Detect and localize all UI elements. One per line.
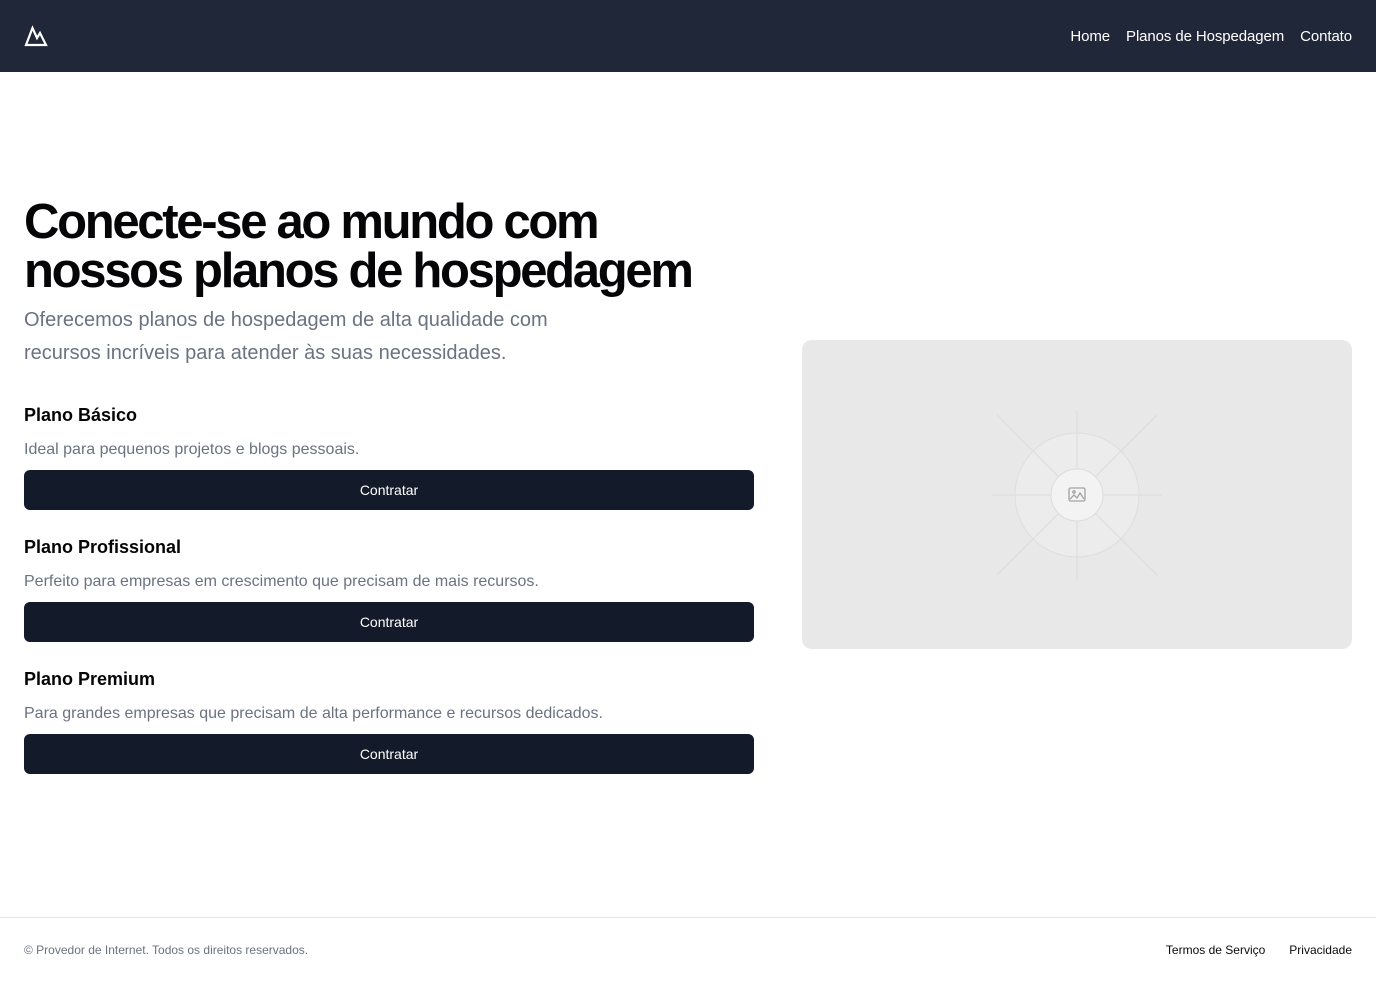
top-navbar: Home Planos de Hospedagem Contato: [0, 0, 1376, 72]
mountain-icon[interactable]: [24, 24, 48, 48]
nav-link-contact[interactable]: Contato: [1300, 28, 1352, 45]
main-nav: Home Planos de Hospedagem Contato: [1070, 28, 1352, 45]
footer-link-terms[interactable]: Termos de Serviço: [1166, 943, 1265, 957]
hero-title: Conecte-se ao mundo com nossos planos de…: [24, 195, 694, 298]
plan-description: Para grandes empresas que precisam de al…: [24, 705, 603, 722]
plan-name: Plano Profissional: [24, 537, 182, 557]
image-placeholder-graphic: [992, 410, 1162, 580]
footer-links: Termos de Serviço Privacidade: [1166, 943, 1352, 957]
contract-basic-button[interactable]: Contratar: [24, 470, 754, 510]
hero-image-placeholder: [802, 340, 1352, 649]
plan-card-premium: Plano Premium Para grandes empresas que …: [24, 668, 754, 774]
plan-description: Perfeito para empresas em crescimento qu…: [24, 573, 539, 590]
nav-link-hosting-plans[interactable]: Planos de Hospedagem: [1126, 28, 1284, 45]
footer-link-privacy[interactable]: Privacidade: [1289, 943, 1352, 957]
contract-professional-button[interactable]: Contratar: [24, 602, 754, 642]
hero-subtitle: Oferecemos planos de hospedagem de alta …: [24, 309, 548, 364]
plan-description: Ideal para pequenos projetos e blogs pes…: [24, 441, 360, 458]
plan-card-professional: Plano Profissional Perfeito para empresa…: [24, 536, 754, 642]
nav-link-home[interactable]: Home: [1070, 28, 1110, 45]
plan-name: Plano Premium: [24, 669, 156, 689]
plan-card-basic: Plano Básico Ideal para pequenos projeto…: [24, 404, 754, 510]
footer: © Provedor de Internet. Todos os direito…: [0, 917, 1376, 982]
copyright-text: © Provedor de Internet. Todos os direito…: [24, 943, 309, 957]
contract-premium-button[interactable]: Contratar: [24, 734, 754, 774]
plan-name: Plano Básico: [24, 405, 138, 425]
